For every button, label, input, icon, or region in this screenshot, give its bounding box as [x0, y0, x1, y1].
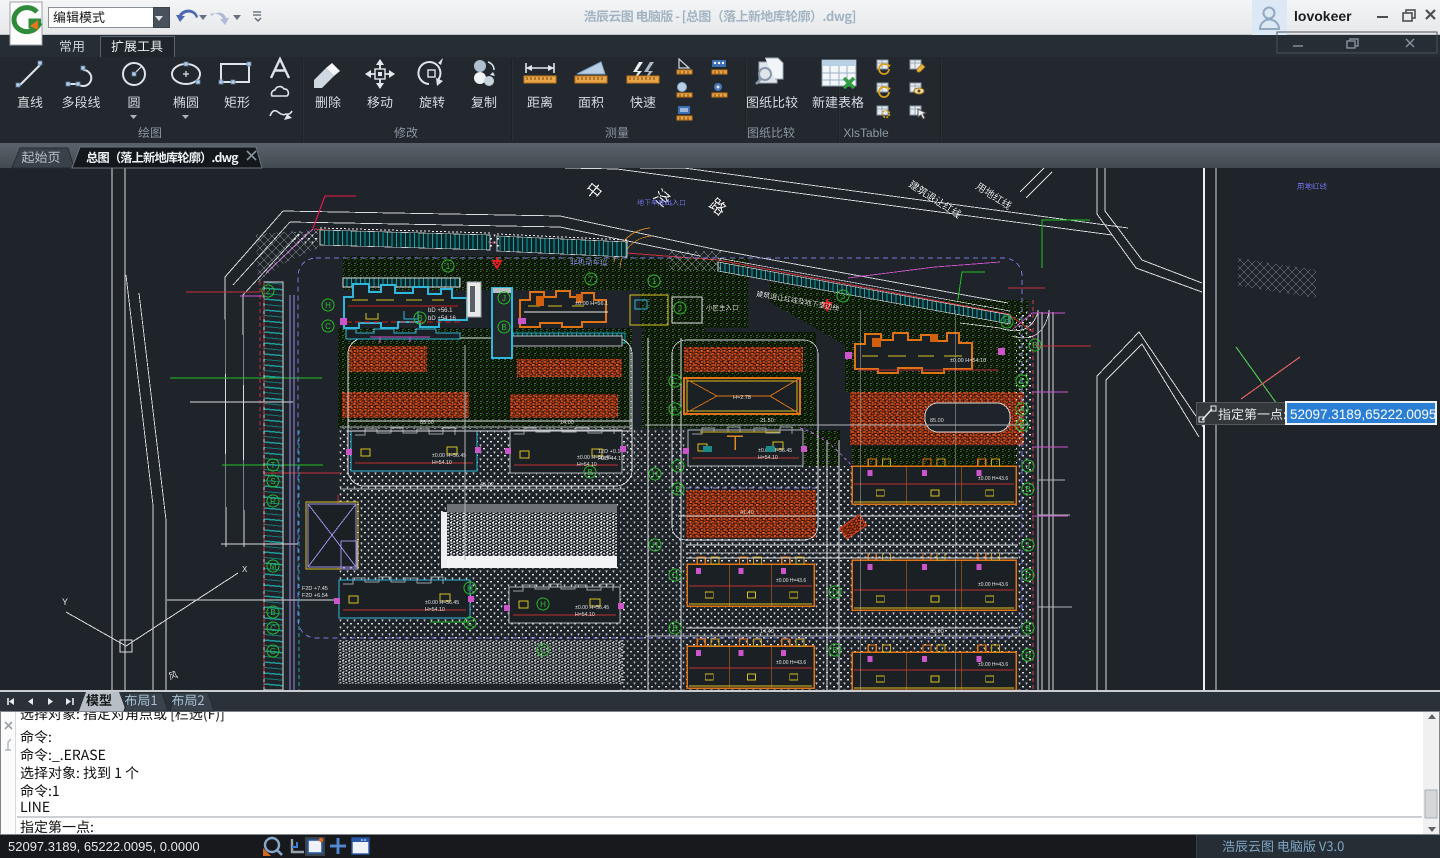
svg-text:52097.3189,65222.0095: 52097.3189,65222.0095 [1290, 407, 1436, 422]
